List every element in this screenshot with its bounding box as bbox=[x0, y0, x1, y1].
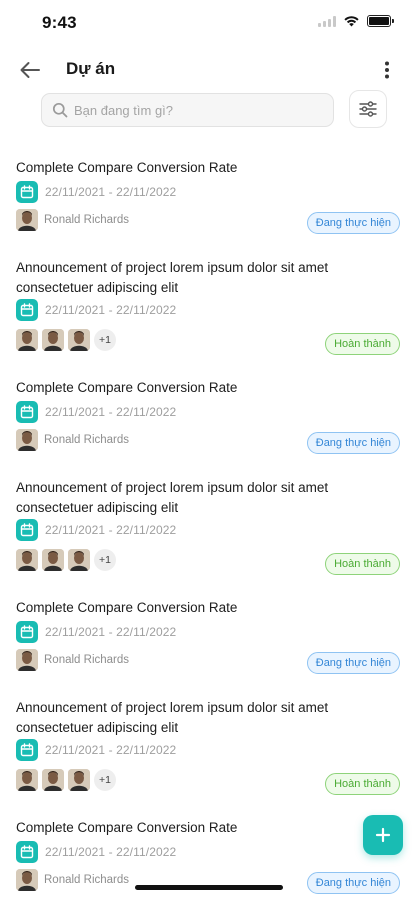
date-row: 22/11/2021 - 22/11/2022 bbox=[16, 841, 176, 863]
people-row: Ronald Richards bbox=[16, 209, 129, 231]
project-title: Complete Compare Conversion Rate bbox=[16, 380, 238, 395]
avatar bbox=[16, 429, 38, 451]
status-badge: Đang thực hiện bbox=[306, 872, 400, 894]
avatar bbox=[42, 549, 64, 571]
more-vertical-icon bbox=[385, 61, 389, 79]
project-card[interactable]: Announcement of project lorem ipsum dolo… bbox=[0, 688, 417, 808]
project-card[interactable]: Complete Compare Conversion Rate 22/11/2… bbox=[0, 368, 417, 468]
project-title: Announcement of project lorem ipsum dolo… bbox=[16, 260, 329, 295]
project-card[interactable]: Complete Compare Conversion Rate 22/11/2… bbox=[0, 588, 417, 688]
project-title: Announcement of project lorem ipsum dolo… bbox=[16, 480, 329, 515]
people-row: Ronald Richards bbox=[16, 429, 129, 451]
status-icons bbox=[318, 15, 394, 27]
avatar bbox=[16, 649, 38, 671]
extra-members-count: +1 bbox=[94, 329, 116, 351]
date-row: 22/11/2021 - 22/11/2022 bbox=[16, 181, 176, 203]
project-list: Complete Compare Conversion Rate 22/11/2… bbox=[0, 148, 417, 900]
calendar-icon bbox=[16, 401, 38, 423]
people-row: Ronald Richards bbox=[16, 649, 129, 671]
calendar-icon bbox=[16, 739, 38, 761]
status-time: 9:43 bbox=[42, 13, 77, 32]
date-row: 22/11/2021 - 22/11/2022 bbox=[16, 739, 176, 761]
home-indicator bbox=[135, 885, 283, 890]
person-name: Ronald Richards bbox=[44, 214, 130, 226]
extra-members-count: +1 bbox=[94, 769, 116, 791]
avatar bbox=[42, 329, 64, 351]
plus-icon bbox=[375, 827, 391, 843]
status-badge: Đang thực hiện bbox=[306, 212, 400, 234]
filter-button[interactable] bbox=[349, 90, 387, 128]
search-box bbox=[41, 93, 334, 127]
app-header: Dự án bbox=[0, 48, 417, 92]
project-title: Complete Compare Conversion Rate bbox=[16, 820, 238, 835]
people-row: Ronald Richards bbox=[16, 869, 129, 891]
date-row: 22/11/2021 - 22/11/2022 bbox=[16, 519, 176, 541]
project-date-range: 22/11/2021 - 22/11/2022 bbox=[45, 185, 177, 199]
more-options-button[interactable] bbox=[375, 56, 399, 84]
calendar-icon bbox=[16, 519, 38, 541]
calendar-icon bbox=[16, 841, 38, 863]
search-icon bbox=[52, 102, 68, 118]
status-badge: Đang thực hiện bbox=[306, 432, 400, 454]
date-row: 22/11/2021 - 22/11/2022 bbox=[16, 621, 176, 643]
project-title: Announcement of project lorem ipsum dolo… bbox=[16, 700, 329, 735]
arrow-left-icon bbox=[20, 62, 40, 78]
calendar-icon bbox=[16, 299, 38, 321]
sliders-icon bbox=[359, 101, 377, 117]
person-name: Ronald Richards bbox=[44, 434, 130, 446]
avatar bbox=[16, 209, 38, 231]
member-avatars: +1 bbox=[16, 329, 116, 351]
wifi-icon bbox=[344, 16, 359, 27]
calendar-icon bbox=[16, 181, 38, 203]
project-date-range: 22/11/2021 - 22/11/2022 bbox=[45, 303, 177, 317]
project-title: Complete Compare Conversion Rate bbox=[16, 600, 238, 615]
project-card[interactable]: Complete Compare Conversion Rate 22/11/2… bbox=[0, 148, 417, 248]
avatar bbox=[16, 329, 38, 351]
avatar bbox=[68, 549, 90, 571]
date-row: 22/11/2021 - 22/11/2022 bbox=[16, 299, 176, 321]
back-button[interactable] bbox=[16, 56, 44, 84]
status-badge: Hoàn thành bbox=[325, 553, 400, 575]
avatar bbox=[68, 769, 90, 791]
signal-icon bbox=[318, 15, 336, 27]
date-row: 22/11/2021 - 22/11/2022 bbox=[16, 401, 176, 423]
person-name: Ronald Richards bbox=[44, 874, 130, 886]
status-badge: Hoàn thành bbox=[325, 773, 400, 795]
project-card[interactable]: Announcement of project lorem ipsum dolo… bbox=[0, 248, 417, 368]
member-avatars: +1 bbox=[16, 549, 116, 571]
project-title: Complete Compare Conversion Rate bbox=[16, 160, 238, 175]
status-badge: Đang thực hiện bbox=[306, 652, 400, 674]
avatar bbox=[42, 769, 64, 791]
status-bar: 9:43 bbox=[0, 0, 417, 44]
project-date-range: 22/11/2021 - 22/11/2022 bbox=[45, 625, 177, 639]
person-name: Ronald Richards bbox=[44, 654, 130, 666]
page-title: Dự án bbox=[66, 59, 116, 78]
add-project-button[interactable] bbox=[363, 815, 403, 855]
search-input[interactable] bbox=[74, 102, 314, 118]
project-card[interactable]: Announcement of project lorem ipsum dolo… bbox=[0, 468, 417, 588]
battery-icon bbox=[367, 15, 394, 27]
project-date-range: 22/11/2021 - 22/11/2022 bbox=[45, 743, 177, 757]
avatar bbox=[16, 769, 38, 791]
member-avatars: +1 bbox=[16, 769, 116, 791]
extra-members-count: +1 bbox=[94, 549, 116, 571]
status-badge: Hoàn thành bbox=[325, 333, 400, 355]
project-date-range: 22/11/2021 - 22/11/2022 bbox=[45, 523, 177, 537]
calendar-icon bbox=[16, 621, 38, 643]
avatar bbox=[68, 329, 90, 351]
project-date-range: 22/11/2021 - 22/11/2022 bbox=[45, 845, 177, 859]
avatar bbox=[16, 869, 38, 891]
avatar bbox=[16, 549, 38, 571]
project-date-range: 22/11/2021 - 22/11/2022 bbox=[45, 405, 177, 419]
